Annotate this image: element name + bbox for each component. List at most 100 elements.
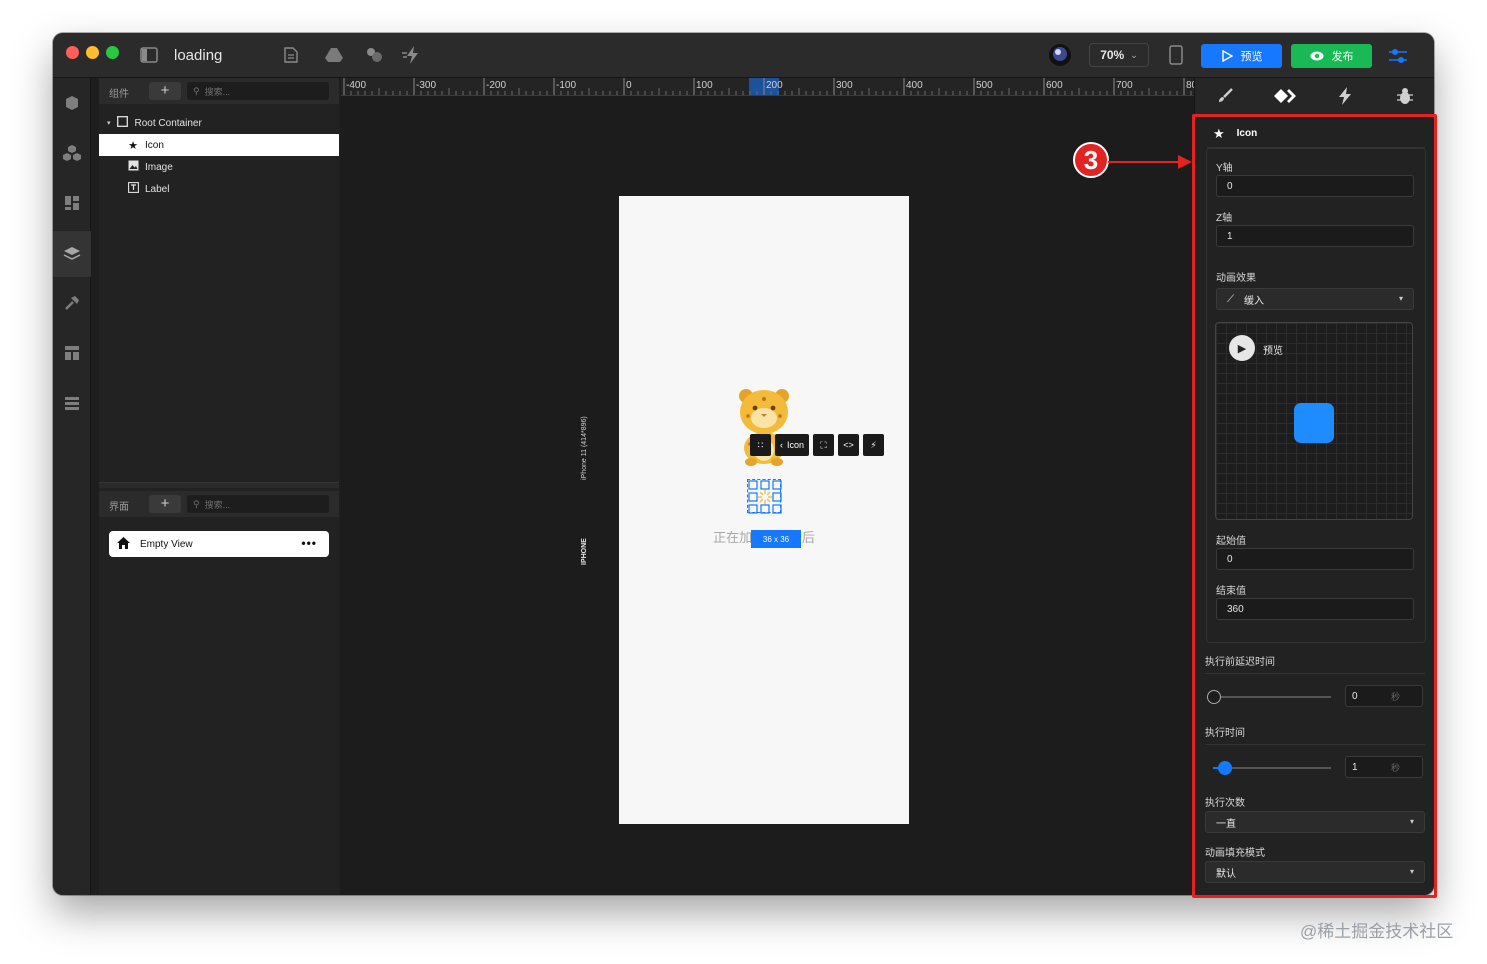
search-icon: ⚲ — [193, 85, 200, 96]
ruler-label: 100 — [696, 80, 713, 91]
design-canvas[interactable]: -400 -300 -200 -100 0 100 200 300 400 500 600 700 80… — [341, 78, 1194, 895]
ruler-label: 700 — [1116, 80, 1133, 91]
device-phone-icon[interactable] — [1165, 44, 1187, 66]
device-type-label: IPHONE — [581, 538, 588, 565]
ruler-label: -300 — [416, 80, 436, 91]
view-item-empty-view[interactable]: Empty View ••• — [109, 531, 329, 557]
ruler-label: 80 — [1186, 80, 1194, 91]
fit-screen-icon[interactable]: ⛶ — [813, 434, 835, 456]
tree-item-root[interactable]: ▾ Root Container — [99, 112, 339, 134]
lightning-icon[interactable] — [401, 44, 423, 66]
view-search-input[interactable]: ⚲ 搜索... — [187, 495, 329, 513]
ruler-label: -400 — [346, 80, 366, 91]
publish-button[interactable]: 发布 — [1291, 44, 1372, 68]
panel-resize-handle[interactable] — [99, 482, 339, 488]
left-rail — [53, 78, 91, 895]
view-panel-header: 界面 + ⚲ 搜索... — [99, 491, 339, 517]
search-icon: ⚲ — [193, 498, 200, 509]
size-badge: 36 x 36 — [751, 530, 801, 548]
view-name: Empty View — [140, 538, 193, 550]
component-search-input[interactable]: ⚲ 搜索... — [187, 82, 329, 100]
plugin-icon[interactable] — [363, 44, 385, 66]
avatar[interactable] — [1048, 43, 1072, 67]
add-component-button[interactable]: + — [149, 82, 181, 100]
project-title: loading — [174, 47, 223, 64]
selected-icon-element[interactable] — [747, 479, 782, 514]
caret-down-icon: ▾ — [107, 120, 111, 127]
layers-icon[interactable] — [53, 231, 91, 277]
container-icon — [117, 116, 129, 130]
document-icon[interactable] — [280, 44, 302, 66]
component-panel: 组件 + ⚲ 搜索... ▾ Root Container ★ Icon Ima… — [99, 78, 339, 895]
minimize-window-button[interactable] — [86, 46, 99, 59]
zoom-select[interactable]: 70% ⌄ — [1089, 43, 1149, 67]
ruler-label: 300 — [836, 80, 853, 91]
ruler-label: 600 — [1046, 80, 1063, 91]
drive-icon[interactable] — [323, 44, 345, 66]
text-icon — [127, 182, 139, 196]
preview-button-label: 预览 — [1240, 51, 1263, 63]
inspector-tabs — [1195, 78, 1434, 114]
publish-button-label: 发布 — [1331, 51, 1354, 63]
layout-grid-icon[interactable] — [53, 183, 91, 223]
tree-item-label: Icon — [145, 139, 164, 151]
more-options-icon[interactable]: ••• — [301, 536, 317, 550]
bug-icon[interactable] — [1375, 78, 1434, 114]
chevron-down-icon: ⌄ — [1130, 49, 1138, 60]
select-parent-button[interactable]: ‹ Icon — [775, 434, 810, 456]
annotation-highlight-frame — [1192, 114, 1437, 898]
annotation-arrow-icon — [1108, 155, 1192, 169]
hammer-icon[interactable] — [53, 283, 91, 323]
loading-spinner-icon — [748, 480, 782, 514]
star-icon: ★ — [128, 139, 138, 152]
template-icon[interactable] — [53, 333, 91, 373]
chevron-left-icon: ‹ — [780, 440, 783, 450]
settings-sliders-icon[interactable] — [1385, 44, 1411, 68]
cube-icon[interactable] — [53, 83, 91, 123]
watermark-text: @稀土掘金技术社区 — [1300, 922, 1454, 941]
annotation-step-badge: 3 — [1073, 142, 1109, 178]
tree-item-label: Image — [145, 161, 173, 173]
zoom-value: 70% — [1100, 48, 1125, 62]
component-panel-label: 组件 — [109, 89, 129, 100]
float-toolbar-label: Icon — [787, 440, 805, 450]
ruler-label: -200 — [486, 80, 506, 91]
component-panel-header: 组件 + ⚲ 搜索... — [99, 78, 339, 104]
event-lightning-icon[interactable] — [1315, 78, 1375, 114]
title-bar: loading 70% ⌄ 预览 发布 — [53, 33, 1434, 78]
view-panel-label: 界面 — [109, 502, 129, 513]
event-lightning-icon[interactable]: ⚡ — [863, 434, 885, 456]
ruler-label: 400 — [906, 80, 923, 91]
tree-item-image[interactable]: Image — [99, 156, 339, 178]
ruler-label: 500 — [976, 80, 993, 91]
image-icon — [127, 160, 139, 174]
ruler-ticks: -400 -300 -200 -100 0 100 200 300 400 500 600 700 80 — [343, 78, 1194, 95]
tree-item-label-component[interactable]: Label — [99, 178, 339, 200]
eye-icon — [1310, 51, 1323, 61]
sidebar-toggle-icon[interactable] — [138, 44, 160, 66]
view-search-placeholder: 搜索... — [204, 499, 231, 510]
close-window-button[interactable] — [66, 46, 79, 59]
component-search-placeholder: 搜索... — [204, 86, 231, 97]
components-icon[interactable] — [53, 133, 91, 173]
ruler-label: 200 — [766, 80, 783, 91]
ruler-label: 0 — [626, 80, 632, 91]
add-view-button[interactable]: + — [149, 495, 181, 513]
element-float-toolbar: ∷ ‹ Icon ⛶ <> ⚡ — [750, 434, 885, 456]
device-frame[interactable]: ∷ ‹ Icon ⛶ <> ⚡ 正在加载 — [619, 196, 909, 824]
tree-item-label: Label — [145, 183, 170, 195]
ruler-label: -100 — [556, 80, 576, 91]
maximize-window-button[interactable] — [106, 46, 119, 59]
tree-item-icon[interactable]: ★ Icon — [99, 134, 339, 156]
play-icon — [1221, 50, 1233, 62]
style-brush-icon[interactable] — [1195, 78, 1255, 114]
drag-handle-icon[interactable]: ∷ — [750, 434, 771, 456]
tree-item-label: Root Container — [134, 117, 202, 129]
device-size-label: iPhone 11 (414*896) — [581, 416, 588, 480]
preview-button[interactable]: 预览 — [1201, 44, 1282, 68]
code-icon[interactable]: <> — [838, 434, 860, 456]
animation-diamond-icon[interactable] — [1255, 78, 1315, 114]
data-table-icon[interactable] — [53, 383, 91, 423]
horizontal-ruler: -400 -300 -200 -100 0 100 200 300 400 500 600 700 80 — [341, 78, 1194, 96]
home-icon — [117, 536, 130, 552]
